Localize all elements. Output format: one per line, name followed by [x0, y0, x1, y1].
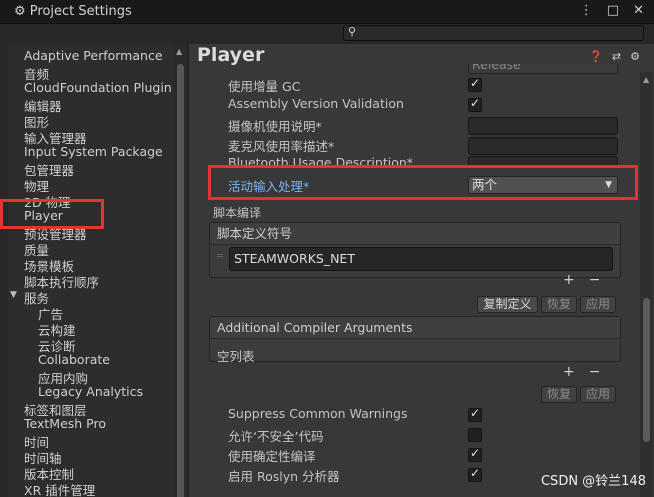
sidebar-item[interactable]: 包管理器: [24, 160, 74, 178]
setting-label: Suppress Common Warnings: [228, 406, 408, 421]
revert-button[interactable]: 恢复: [541, 296, 577, 313]
list-controls: + −: [563, 272, 600, 288]
bluetooth-usage-field[interactable]: [468, 156, 618, 166]
roslyn-analyzer-checkbox[interactable]: [468, 466, 482, 482]
deterministic-compile-checkbox[interactable]: [468, 446, 482, 462]
sidebar-item[interactable]: 音频: [24, 64, 49, 82]
sidebar-item[interactable]: 编辑器: [24, 96, 62, 114]
suppress-warnings-checkbox[interactable]: [468, 406, 482, 422]
settings-sidebar: Adaptive Performance 音频 CloudFoundation …: [8, 44, 188, 497]
title-bar: ⚙ Project Settings ⋮ □ ✕: [0, 0, 654, 24]
sidebar-item[interactable]: 云构建: [38, 320, 76, 338]
sidebar-item[interactable]: Legacy Analytics: [38, 384, 143, 400]
preset-icon[interactable]: ⇄: [612, 50, 621, 63]
sidebar-item[interactable]: 广告: [38, 304, 63, 322]
header-icons: ❓ ⇄ ⚙: [589, 50, 640, 63]
panel-scrollbar[interactable]: ▲: [640, 72, 653, 497]
setting-label: 摄像机使用说明*: [228, 119, 322, 134]
sidebar-item[interactable]: 云诊断: [38, 336, 76, 354]
apply-button[interactable]: 应用: [580, 296, 616, 313]
list-header: 脚本定义符号: [210, 223, 620, 245]
list-header: Additional Compiler Arguments: [210, 317, 620, 339]
sidebar-item[interactable]: 时间轴: [24, 448, 62, 466]
player-settings-panel: Player ❓ ⇄ ⚙ Release 使用增量 GC Assembly Ve…: [189, 44, 654, 497]
list-controls: + −: [563, 364, 600, 380]
close-icon[interactable]: ✕: [633, 3, 644, 18]
search-bar: ⚲: [0, 24, 654, 44]
empty-list-label: 空列表: [217, 349, 255, 364]
active-input-label: 活动输入处理*: [228, 179, 310, 194]
gear-icon: ⚙: [14, 4, 26, 19]
active-input-dropdown[interactable]: 两个 ▼: [468, 176, 618, 194]
gear-icon[interactable]: ⚙: [630, 50, 640, 63]
sidebar-item[interactable]: Adaptive Performance: [24, 48, 163, 64]
sidebar-item[interactable]: 输入管理器: [24, 128, 87, 146]
sidebar-item[interactable]: 应用内购: [38, 368, 88, 386]
apply-button[interactable]: 应用: [580, 386, 616, 403]
panel-scroll-thumb[interactable]: [643, 298, 650, 442]
incremental-gc-checkbox[interactable]: [468, 76, 482, 92]
camera-usage-field[interactable]: [468, 117, 618, 135]
microphone-usage-field[interactable]: [468, 137, 618, 155]
menu-icon[interactable]: ⋮: [580, 3, 593, 18]
sidebar-item-player[interactable]: Player: [24, 208, 63, 224]
plus-icon[interactable]: +: [563, 364, 575, 380]
setting-label: 允许‘不安全’代码: [228, 429, 324, 444]
scroll-up-icon[interactable]: ▲: [176, 47, 182, 56]
setting-label: 启用 Roslyn 分析器: [228, 469, 340, 484]
copy-defines-button[interactable]: 复制定义: [477, 296, 538, 313]
search-input[interactable]: ⚲: [343, 25, 644, 41]
revert-button[interactable]: 恢复: [541, 386, 577, 403]
setting-label: 麦克风使用率描述*: [228, 139, 335, 154]
sidebar-item[interactable]: Collaborate: [38, 352, 110, 368]
page-title: Player: [197, 44, 265, 66]
scroll-up-icon[interactable]: ▲: [643, 75, 649, 84]
define-symbol-input[interactable]: STEAMWORKS_NET: [229, 247, 613, 271]
setting-label: 使用确定性编译: [228, 449, 316, 464]
unsafe-code-checkbox[interactable]: [468, 428, 482, 442]
setting-label: Bluetooth Usage Description*: [228, 155, 414, 167]
sidebar-scroll-thumb[interactable]: [177, 64, 184, 497]
search-icon: ⚲: [348, 25, 357, 38]
sidebar-item[interactable]: 版本控制: [24, 464, 74, 482]
minus-icon[interactable]: −: [589, 364, 601, 380]
sidebar-item[interactable]: 物理: [24, 176, 49, 194]
sidebar-item[interactable]: 时间: [24, 432, 49, 450]
sidebar-item[interactable]: TextMesh Pro: [24, 416, 106, 432]
sidebar-item[interactable]: 场景模板: [24, 256, 74, 274]
minus-icon[interactable]: −: [589, 272, 601, 288]
compiler-args-list: Additional Compiler Arguments 空列表: [209, 316, 621, 364]
sidebar-item[interactable]: 质量: [24, 240, 49, 258]
partial-dropdown[interactable]: Release: [468, 64, 618, 74]
maximize-icon[interactable]: □: [607, 3, 619, 18]
assembly-validation-checkbox[interactable]: [468, 96, 482, 112]
sidebar-item[interactable]: 标签和图层: [24, 400, 87, 418]
sidebar-item[interactable]: Input System Package: [24, 144, 163, 160]
section-title: 脚本编译: [213, 206, 262, 220]
sidebar-item[interactable]: 图形: [24, 112, 49, 130]
setting-label: Assembly Version Validation: [228, 96, 404, 111]
drag-handle-icon[interactable]: ═: [217, 251, 223, 262]
sidebar-scrollbar[interactable]: ▲: [174, 44, 186, 497]
window-controls: ⋮ □ ✕: [580, 3, 644, 18]
sidebar-item[interactable]: XR 插件管理: [24, 480, 95, 497]
plus-icon[interactable]: +: [563, 272, 575, 288]
panel-content: Release 使用增量 GC Assembly Version Validat…: [189, 64, 639, 497]
sidebar-item[interactable]: 脚本执行顺序: [24, 272, 99, 290]
setting-label: 使用增量 GC: [228, 79, 301, 94]
sidebar-item[interactable]: 2D 物理: [24, 192, 71, 210]
sidebar-item-services[interactable]: 服务: [24, 288, 49, 306]
sidebar-item[interactable]: 预设管理器: [24, 224, 87, 242]
sidebar-item[interactable]: CloudFoundation Plugin: [24, 80, 172, 96]
chevron-down-icon: ▼: [605, 180, 612, 190]
fold-arrow-icon[interactable]: ▼: [10, 290, 17, 300]
help-icon[interactable]: ❓: [589, 50, 603, 63]
window-title: ⚙ Project Settings: [14, 4, 132, 19]
watermark: CSDN @铃兰148: [540, 474, 646, 489]
